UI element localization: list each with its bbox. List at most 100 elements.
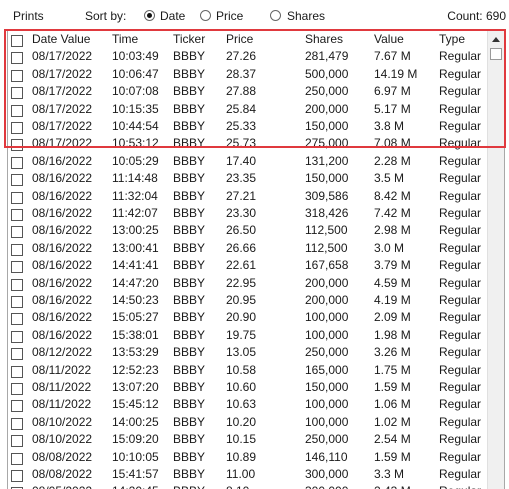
row-checkbox[interactable] [11, 104, 23, 117]
cell-shares: 150,000 [305, 171, 349, 186]
sort-date-label[interactable]: Date [160, 9, 185, 23]
list-item[interactable]: 08/16/2022 15:38:01 BBBY 19.75 100,000 1.98 M… [8, 327, 486, 344]
cell-type: Regular [439, 362, 482, 377]
list-item[interactable]: 08/16/2022 11:32:04 BBBY 27.21 309,586 8.42 M… [8, 188, 486, 205]
row-checkbox[interactable] [11, 209, 23, 221]
row-checkbox[interactable] [11, 69, 23, 82]
sort-price-label[interactable]: Price [216, 9, 243, 23]
list-item[interactable]: 08/10/2022 15:09:20 BBBY 10.15 250,000 2.54 M… [8, 431, 486, 448]
row-checkbox[interactable] [11, 52, 23, 65]
cell-ticker: BBBY [173, 101, 206, 116]
cell-type: Regular [439, 275, 482, 290]
cell-value: 4.59 M [374, 275, 411, 290]
sort-date-radio[interactable] [144, 10, 155, 21]
cell-shares: 300,000 [305, 483, 348, 489]
row-checkbox[interactable] [11, 330, 23, 343]
row-checkbox[interactable] [11, 261, 23, 274]
row-checkbox[interactable] [11, 348, 23, 361]
col-header-price[interactable]: Price [226, 31, 253, 48]
list-item[interactable]: 08/17/2022 10:44:54 BBBY 25.33 150,000 3.8 M R… [8, 118, 486, 135]
cell-type: Regular [439, 483, 481, 489]
sort-shares-label[interactable]: Shares [287, 9, 325, 23]
cell-price: 28.37 [226, 66, 257, 81]
cell-shares: 112,500 [305, 223, 348, 238]
cell-type: Regular [439, 449, 482, 464]
cell-time: 10:44:54 [112, 119, 159, 133]
row-checkbox[interactable] [11, 156, 23, 169]
cell-shares: 250,000 [305, 432, 349, 447]
col-header-type[interactable]: Type [439, 31, 465, 48]
sort-shares-radio[interactable] [270, 10, 281, 21]
list-item[interactable]: 08/16/2022 13:00:41 BBBY 26.66 112,500 3.0 M R… [8, 240, 486, 257]
row-checkbox[interactable] [11, 278, 23, 291]
row-checkbox[interactable] [11, 383, 23, 395]
row-checkbox[interactable] [11, 435, 23, 448]
cell-value: 2.09 M [374, 310, 411, 325]
col-header-date[interactable]: Date Value [32, 31, 90, 48]
row-checkbox[interactable] [11, 313, 23, 326]
list-item[interactable]: 08/08/2022 15:41:57 BBBY 11.00 300,000 3.3 M R… [8, 466, 486, 483]
list-item[interactable]: 08/17/2022 10:03:49 BBBY 27.26 281,479 7.67 M… [8, 48, 486, 65]
row-checkbox[interactable] [11, 191, 23, 204]
cell-type: Regular [439, 293, 482, 307]
list-item[interactable]: 08/05/2022 14:20:45 BBBY 8.10 300,000 2.43 M R… [8, 483, 486, 489]
cell-shares: 500,000 [305, 66, 349, 81]
row-checkbox[interactable] [11, 365, 23, 378]
list-item[interactable]: 08/17/2022 10:06:47 BBBY 28.37 500,000 14.19 … [8, 66, 486, 83]
cell-ticker: BBBY [173, 171, 206, 186]
row-checkbox[interactable] [11, 400, 23, 413]
row-checkbox[interactable] [11, 226, 23, 239]
list-item[interactable]: 08/16/2022 15:05:27 BBBY 20.90 100,000 2.09 M… [8, 309, 486, 326]
row-checkbox[interactable] [11, 470, 23, 482]
list-item[interactable]: 08/16/2022 11:14:48 BBBY 23.35 150,000 3.5 M R… [8, 170, 486, 187]
cell-ticker: BBBY [173, 467, 206, 481]
list-item[interactable]: 08/17/2022 10:07:08 BBBY 27.88 250,000 6.97 M… [8, 83, 486, 100]
sort-price-radio[interactable] [200, 10, 211, 21]
list-item[interactable]: 08/16/2022 14:50:23 BBBY 20.95 200,000 4.19 M… [8, 292, 486, 309]
row-checkbox[interactable] [11, 139, 23, 152]
cell-time: 10:15:35 [112, 101, 159, 116]
cell-date: 08/08/2022 [32, 449, 93, 464]
list-item[interactable]: 08/12/2022 13:53:29 BBBY 13.05 250,000 3.26 M… [8, 344, 486, 361]
cell-time: 14:20:45 [112, 483, 159, 489]
row-checkbox[interactable] [11, 417, 23, 430]
cell-ticker: BBBY [173, 84, 206, 99]
list-item[interactable]: 08/17/2022 10:53:12 BBBY 25.73 275,000 7.08 M… [8, 135, 486, 152]
list-item[interactable]: 08/17/2022 10:15:35 BBBY 25.84 200,000 5.17 M… [8, 101, 486, 118]
row-checkbox[interactable] [11, 174, 23, 187]
scroll-thumb[interactable] [490, 48, 502, 60]
row-checkbox[interactable] [11, 243, 23, 256]
list-item[interactable]: 08/16/2022 10:05:29 BBBY 17.40 131,200 2.28 M… [8, 153, 486, 170]
cell-price: 10.63 [226, 397, 257, 412]
cell-price: 10.15 [226, 432, 257, 447]
cell-shares: 200,000 [305, 293, 349, 307]
row-checkbox[interactable] [11, 87, 23, 100]
toolbar: Prints Sort by: Date Price Shares Count:… [0, 0, 509, 30]
list-item[interactable]: 08/16/2022 14:41:41 BBBY 22.61 167,658 3.79 M… [8, 257, 486, 274]
list-item[interactable]: 08/11/2022 12:52:23 BBBY 10.58 165,000 1.75 M… [8, 362, 486, 379]
row-checkbox[interactable] [11, 296, 23, 308]
cell-date: 08/17/2022 [32, 136, 93, 151]
vertical-scrollbar[interactable] [487, 31, 504, 489]
cell-price: 25.84 [226, 101, 257, 116]
row-checkbox[interactable] [11, 122, 23, 134]
select-all-checkbox[interactable] [11, 35, 23, 47]
cell-type: Regular [439, 258, 482, 273]
list-item[interactable]: 08/11/2022 15:45:12 BBBY 10.63 100,000 1.06 M… [8, 396, 486, 413]
list-item[interactable]: 08/16/2022 13:00:25 BBBY 26.50 112,500 2.98 M… [8, 222, 486, 239]
scroll-up-arrow-icon[interactable] [488, 31, 504, 47]
prints-list[interactable]: Date Value Time Ticker Price Shares Valu… [7, 30, 505, 489]
row-checkbox[interactable] [11, 452, 23, 465]
cell-ticker: BBBY [173, 380, 206, 394]
col-header-ticker[interactable]: Ticker [173, 31, 205, 48]
col-header-time[interactable]: Time [112, 31, 138, 48]
cell-ticker: BBBY [173, 483, 205, 489]
list-item[interactable]: 08/08/2022 10:10:05 BBBY 10.89 146,110 1.59 M… [8, 449, 486, 466]
list-item[interactable]: 08/10/2022 14:00:25 BBBY 10.20 100,000 1.02 M… [8, 414, 486, 431]
list-item[interactable]: 08/16/2022 14:47:20 BBBY 22.95 200,000 4.59 M… [8, 275, 486, 292]
col-header-shares[interactable]: Shares [305, 31, 343, 48]
col-header-value[interactable]: Value [374, 31, 404, 48]
list-item[interactable]: 08/11/2022 13:07:20 BBBY 10.60 150,000 1.59 M… [8, 379, 486, 396]
list-item[interactable]: 08/16/2022 11:42:07 BBBY 23.30 318,426 7.42 M… [8, 205, 486, 222]
cell-time: 11:32:04 [112, 188, 158, 203]
